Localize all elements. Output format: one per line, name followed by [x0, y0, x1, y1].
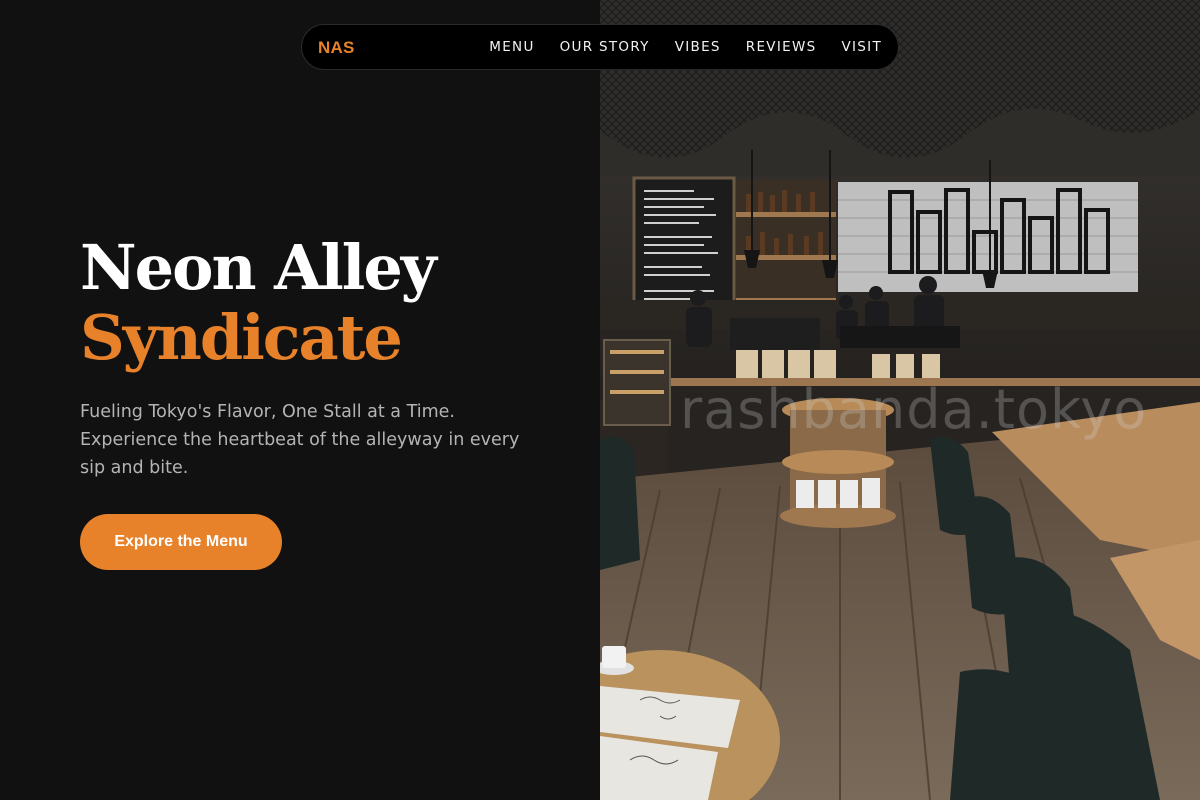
brand-logo[interactable]: NAS: [318, 38, 355, 58]
nav-link-vibes[interactable]: VIBES: [675, 39, 721, 55]
hero-title-line-2: Syndicate: [80, 301, 403, 374]
nav-link-menu[interactable]: MENU: [489, 39, 534, 55]
image-watermark: rashbanda.tokyo: [680, 378, 1148, 441]
top-navbar: NAS MENU OUR STORY VIBES REVIEWS VISIT: [301, 24, 899, 70]
nav-link-our-story[interactable]: OUR STORY: [560, 39, 650, 55]
nav-link-visit[interactable]: VISIT: [841, 39, 882, 55]
hero-title-line-1: Neon Alley: [80, 231, 437, 304]
hero-description: Fueling Tokyo's Flavor, One Stall at a T…: [80, 402, 520, 478]
nav-links: MENU OUR STORY VIBES REVIEWS VISIT: [489, 39, 882, 55]
hero-title: Neon Alley Syndicate: [80, 231, 437, 374]
explore-menu-button[interactable]: Explore the Menu: [80, 514, 282, 570]
nav-link-reviews[interactable]: REVIEWS: [746, 39, 817, 55]
